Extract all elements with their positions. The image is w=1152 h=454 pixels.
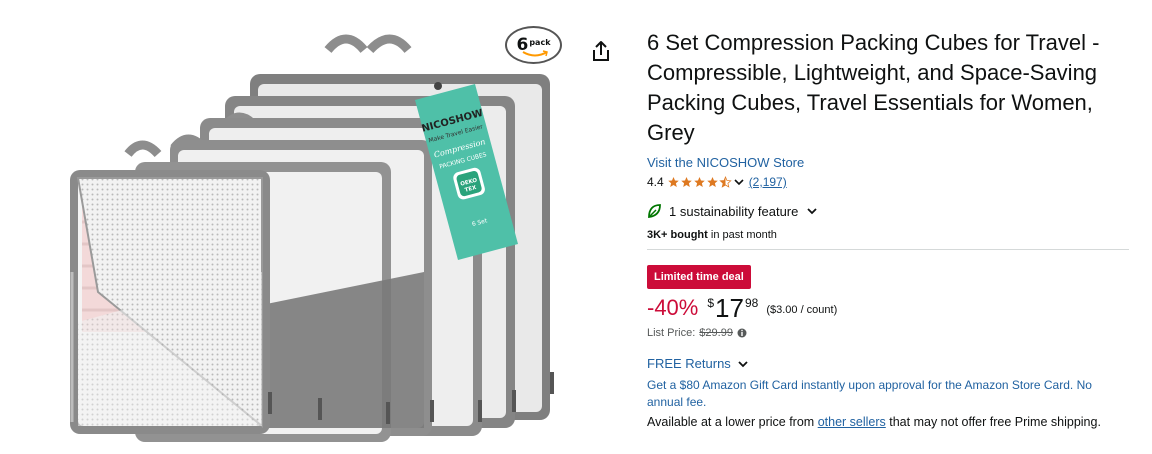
amazon-smile-icon [522, 50, 548, 57]
rating-row: 4.4 (2,197) [647, 174, 1129, 190]
bought-rest: in past month [707, 229, 777, 241]
chevron-down-icon [807, 208, 817, 215]
rating-count-link[interactable]: (2,197) [749, 175, 787, 189]
product-image[interactable]: NICOSHOW Make Travel Easier Compression … [60, 22, 570, 442]
price-fraction: 98 [744, 296, 759, 310]
unit-price: ($3.00 / count) [766, 304, 838, 316]
sustainability-row[interactable]: 1 sustainability feature [647, 201, 1129, 221]
share-icon[interactable] [590, 39, 612, 63]
availability-prefix: Available at a lower price from [647, 415, 818, 429]
chevron-down-icon[interactable] [733, 177, 745, 187]
chevron-down-icon [738, 360, 748, 367]
leaf-icon [648, 204, 661, 219]
gift-card-offer[interactable]: Get a $80 Amazon Gift Card instantly upo… [647, 377, 1117, 411]
availability-suffix: that may not offer free Prime shipping. [885, 415, 1101, 429]
other-sellers-link[interactable]: other sellers [818, 415, 886, 429]
bought-count: 3K+ bought [647, 229, 708, 241]
sustainability-label: 1 sustainability feature [669, 203, 799, 219]
divider [647, 249, 1129, 250]
star-icon [667, 177, 679, 187]
product-info: 6 Set Compression Packing Cubes for Trav… [647, 28, 1129, 431]
list-price-value: $29.99 [699, 327, 733, 339]
store-link[interactable]: Visit the NICOSHOW Store [647, 155, 1129, 170]
free-returns-link[interactable]: FREE Returns [647, 356, 1129, 371]
bought-in-past-month: 3K+ bought in past month [647, 229, 1129, 241]
discount-percent: -40% [647, 295, 699, 320]
list-price-label: List Price: [647, 327, 696, 339]
star-icon [680, 177, 692, 187]
half-star-icon [719, 176, 732, 188]
rating-value: 4.4 [647, 175, 664, 189]
pack-count-badge: 6 pack [505, 26, 562, 64]
free-returns-label: FREE Returns [647, 356, 731, 371]
availability-note: Available at a lower price from other se… [647, 414, 1117, 431]
product-image-panel: NICOSHOW Make Travel Easier Compression … [0, 0, 620, 454]
price-whole: 17 [715, 293, 744, 323]
list-price-row: List Price: $29.99 [647, 327, 1129, 339]
star-rating[interactable] [667, 176, 732, 188]
product-title: 6 Set Compression Packing Cubes for Trav… [647, 30, 1100, 145]
pack-count-word: pack [529, 38, 551, 47]
star-icon [693, 177, 705, 187]
limited-deal-badge: Limited time deal [647, 265, 751, 289]
star-icon [706, 177, 718, 187]
price-row: -40% $ 17 98 ($3.00 / count) [647, 295, 1129, 325]
price-symbol: $ [707, 296, 715, 310]
info-icon[interactable] [737, 328, 747, 338]
